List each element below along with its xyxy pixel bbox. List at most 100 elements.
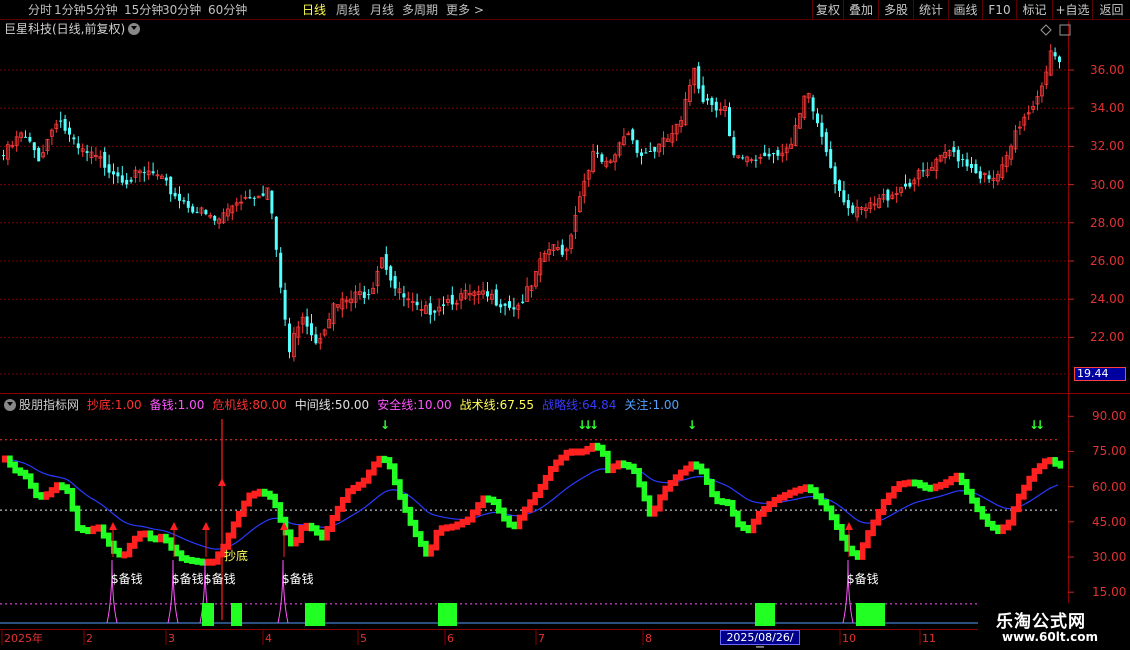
tactical-block [256, 488, 263, 497]
date-axis-line [0, 629, 1068, 630]
candle-body [270, 190, 274, 214]
watermark-name: 乐淘公式网 [996, 612, 1086, 632]
tactical-block [927, 484, 934, 492]
tactical-block [553, 459, 559, 472]
tactical-block [776, 494, 783, 503]
tactical-block [522, 506, 528, 521]
chaodi-arrow-head [109, 522, 117, 530]
tactical-block [834, 514, 840, 530]
indicator-axis-label: 60.00 [1092, 479, 1127, 494]
candle-body [952, 147, 956, 153]
candle-body [846, 200, 850, 209]
candle-body [120, 175, 124, 183]
candle-body [283, 289, 287, 320]
tactical-block [750, 518, 757, 534]
tactical-block [90, 525, 96, 535]
tactical-block [480, 495, 486, 509]
candle-body [32, 142, 36, 151]
candle-body [314, 334, 318, 344]
candle-body [252, 197, 256, 199]
tactical-block [241, 500, 247, 517]
tactical-block [979, 506, 986, 520]
price-axis-label: 28.00 [1090, 215, 1125, 230]
candle-body [415, 301, 419, 306]
tactical-block [80, 525, 86, 534]
tactical-block [371, 461, 377, 476]
chaodi-arrow-head [845, 522, 853, 530]
tactical-block [974, 497, 980, 513]
beiqian-spike [842, 559, 854, 624]
tactical-block [111, 540, 117, 554]
tactical-block [802, 484, 809, 492]
tactical-block [251, 490, 258, 499]
legend-field: 备钱:1.00 [150, 398, 209, 412]
candle-body [714, 101, 718, 111]
tactical-block [490, 496, 497, 506]
tactical-block [678, 469, 684, 481]
beiqian-label: $备钱 [847, 572, 879, 586]
tactical-block [334, 505, 341, 521]
indicator-axis-label: 30.00 [1092, 550, 1127, 564]
tactical-block [761, 505, 767, 517]
tactical-block [1021, 484, 1027, 500]
candle-body [142, 172, 146, 174]
tactical-block [849, 545, 856, 557]
tactical-block [839, 523, 845, 541]
tactical-block [324, 525, 330, 541]
legend-field-label: 中间线: [294, 398, 335, 412]
candle-body [754, 159, 758, 161]
candle-body [956, 149, 960, 162]
candle-body [838, 180, 841, 192]
tactical-block [397, 479, 403, 500]
candle-body [107, 164, 111, 173]
tactical-block [615, 460, 622, 470]
tactical-block [329, 514, 336, 532]
tactical-block [506, 515, 512, 528]
tactical-block [158, 533, 164, 543]
tactical-block [688, 461, 694, 472]
date-label: 3 [168, 632, 175, 645]
tactical-block [797, 485, 804, 494]
candle-body [921, 170, 925, 172]
tactical-block [953, 472, 960, 483]
diamond-icon[interactable] [1040, 24, 1052, 36]
tactical-block [537, 483, 544, 498]
tactical-block [433, 529, 440, 551]
tactical-block [2, 455, 8, 463]
date-label: 10 [842, 632, 856, 645]
date-label: 2 [86, 632, 93, 645]
down-arrow-icon: ↓ [687, 418, 698, 432]
tactical-block [948, 476, 954, 486]
legend-field: 抄底:1.00 [87, 398, 146, 412]
tactical-block [485, 495, 492, 503]
tactical-block [574, 448, 580, 456]
legend-field: 战术线:67.55 [460, 398, 538, 412]
candle-body [596, 152, 599, 154]
tactical-block [95, 524, 102, 532]
legend-field-value: 80.00 [252, 398, 287, 412]
candle-body [767, 153, 771, 157]
chaodi-arrow-head [170, 522, 178, 530]
indicator-dropdown-icon[interactable] [4, 399, 16, 411]
tactical-block [917, 479, 923, 489]
candle-body [37, 148, 41, 162]
candle-body [59, 120, 63, 122]
tactical-block [589, 442, 596, 452]
candle-body [648, 150, 652, 152]
candle-body [508, 301, 511, 308]
tactical-block [298, 524, 304, 544]
tactical-block [631, 463, 637, 474]
tactical-block [865, 530, 871, 549]
candle-body [186, 201, 190, 208]
tactical-block [626, 462, 632, 470]
tactical-block [995, 524, 1001, 535]
tactical-block [438, 525, 445, 536]
candle-body [389, 266, 393, 281]
candle-body [987, 175, 991, 180]
tactical-block [662, 485, 668, 501]
tactical-block [620, 460, 627, 469]
tactical-block [106, 532, 112, 547]
attention-block [202, 603, 214, 626]
tactical-block [470, 509, 476, 523]
chart-canvas[interactable] [0, 0, 1130, 650]
